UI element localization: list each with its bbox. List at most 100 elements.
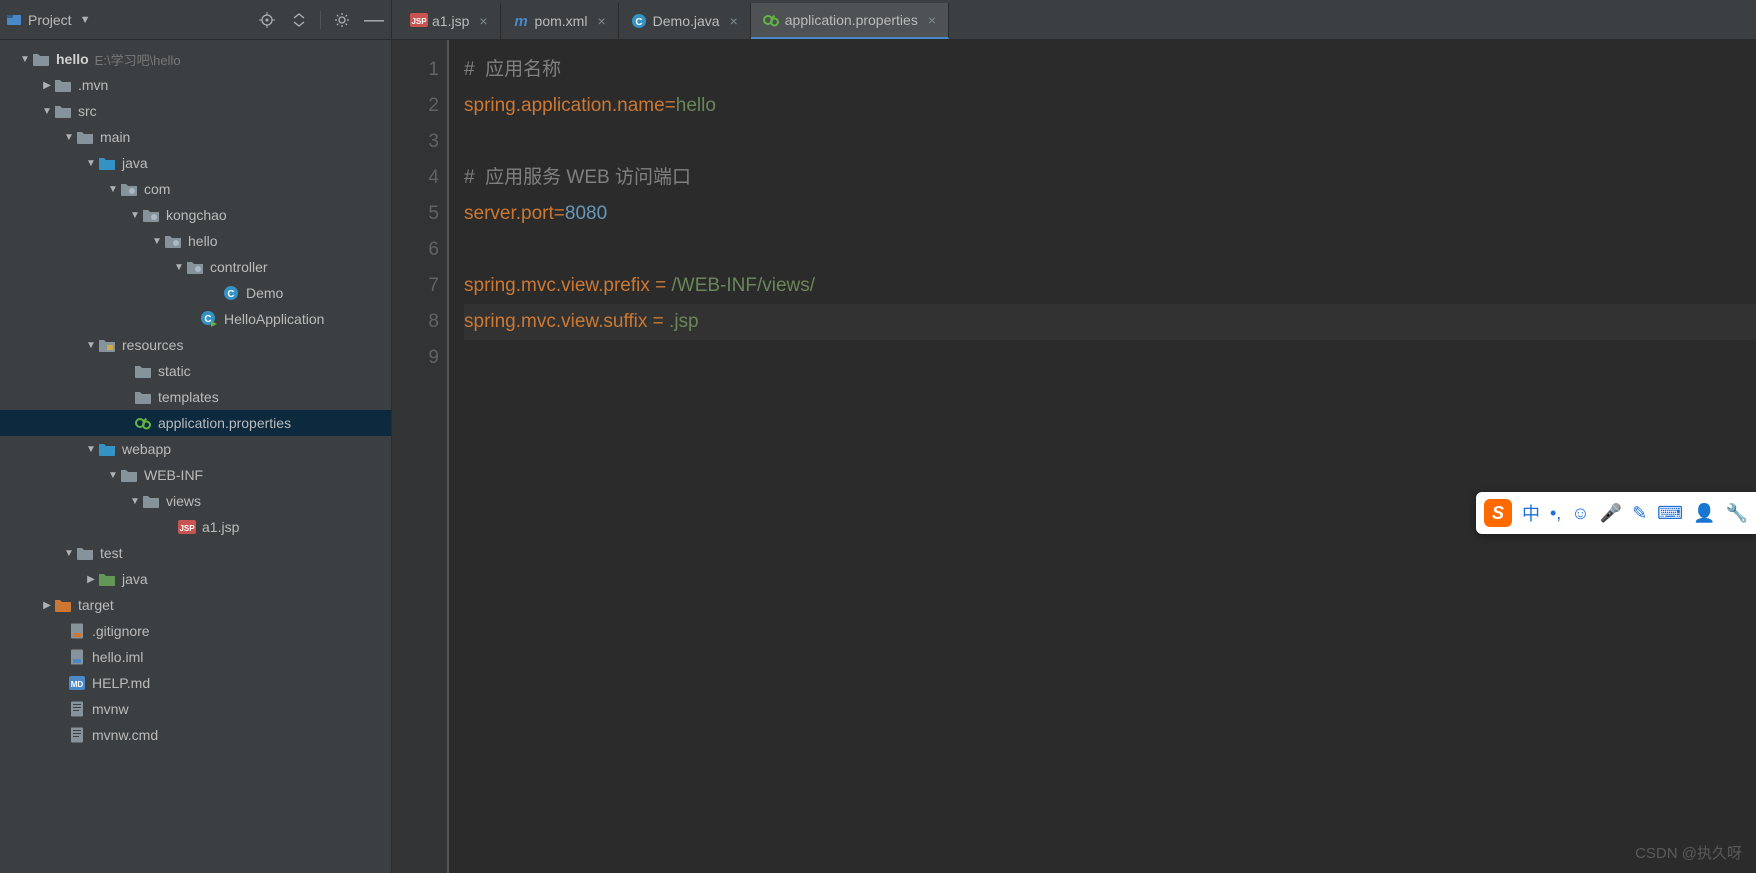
tree-arrow-icon[interactable]: ▼	[18, 54, 32, 65]
editor-tab[interactable]: CDemo.java×	[619, 3, 751, 39]
tree-arrow-icon[interactable]: ▼	[128, 496, 142, 507]
svg-text:C: C	[227, 289, 234, 300]
tree-row[interactable]: application.properties	[0, 410, 391, 436]
tree-row[interactable]: ▼resources	[0, 332, 391, 358]
svg-text:C: C	[635, 17, 642, 28]
folder-grey-icon	[134, 388, 152, 406]
sidebar-header: Project ▼ —	[0, 0, 391, 40]
code-comment: # 应用服务 WEB 访问端口	[464, 167, 691, 188]
tree-label: main	[100, 129, 130, 145]
gutter: 123456789	[392, 40, 450, 873]
tree-arrow-icon[interactable]: ▼	[62, 548, 76, 559]
tree-arrow-icon[interactable]: ▼	[84, 158, 98, 169]
tree-row[interactable]: ▼ main	[0, 124, 391, 150]
locate-icon[interactable]	[256, 9, 278, 31]
close-icon[interactable]: ×	[597, 13, 605, 29]
tree-row[interactable]: ▼controller	[0, 254, 391, 280]
tree-label: kongchao	[166, 207, 227, 223]
ime-punct-icon[interactable]: •,	[1550, 503, 1561, 524]
tree-row[interactable]: ▼hello	[0, 228, 391, 254]
tree-row[interactable]: ▼ kongchao	[0, 202, 391, 228]
ime-tool-icon[interactable]: 🔧	[1726, 503, 1748, 524]
ime-logo-icon[interactable]: S	[1484, 499, 1512, 527]
tree-row[interactable]: ▼ java	[0, 150, 391, 176]
tree-row[interactable]: hello.iml	[0, 644, 391, 670]
jsp-icon: JSP	[178, 518, 196, 536]
md-icon: MD	[68, 674, 86, 692]
folder-orange-icon	[54, 596, 72, 614]
class-icon: C	[222, 284, 240, 302]
tree-row[interactable]: ▶java	[0, 566, 391, 592]
tree-arrow-icon[interactable]: ▼	[40, 106, 54, 117]
expand-all-icon[interactable]	[288, 9, 310, 31]
folder-grey-icon	[76, 128, 94, 146]
tree-label: views	[166, 493, 201, 509]
tree-arrow-icon[interactable]: ▼	[128, 210, 142, 221]
tree-arrow-icon[interactable]: ▼	[84, 444, 98, 455]
line-number: 9	[392, 340, 439, 376]
close-icon[interactable]: ×	[730, 13, 738, 29]
tree-label: java	[122, 155, 148, 171]
tree-row[interactable]: MD HELP.md	[0, 670, 391, 696]
line-number: 7	[392, 268, 439, 304]
ime-emoji-icon[interactable]: ☺	[1571, 503, 1589, 524]
close-icon[interactable]: ×	[479, 13, 487, 29]
code-content[interactable]: # 应用名称 spring.application.name=hello # 应…	[450, 40, 1756, 873]
svg-text:JSP: JSP	[411, 17, 427, 26]
chevron-down-icon[interactable]: ▼	[80, 14, 91, 26]
minimize-icon[interactable]: —	[363, 9, 385, 31]
tree-row[interactable]: CDemo	[0, 280, 391, 306]
tree-row[interactable]: CHelloApplication	[0, 306, 391, 332]
tree-label: .mvn	[78, 77, 108, 93]
ime-keyboard-icon[interactable]: ⌨	[1657, 503, 1683, 524]
ime-edit-icon[interactable]: ✎	[1632, 503, 1647, 524]
project-title[interactable]: Project	[28, 12, 72, 28]
tree-row[interactable]: ▼webapp	[0, 436, 391, 462]
tree-arrow-icon[interactable]: ▶	[40, 600, 54, 611]
editor-tab[interactable]: application.properties×	[751, 3, 949, 39]
line-number: 3	[392, 124, 439, 160]
tree-arrow-icon[interactable]: ▼	[84, 340, 98, 351]
tree-arrow-icon[interactable]: ▶	[84, 574, 98, 585]
editor-tab[interactable]: JSPa1.jsp×	[398, 3, 501, 39]
tree-row[interactable]: .gitignore	[0, 618, 391, 644]
tree-arrow-icon[interactable]: ▼	[150, 236, 164, 247]
tree-arrow-icon[interactable]: ▼	[172, 262, 186, 273]
close-icon[interactable]: ×	[928, 12, 936, 28]
tree-row[interactable]: ▼helloE:\学习吧\hello	[0, 46, 391, 72]
project-tree[interactable]: ▼helloE:\学习吧\hello▶.mvn▼src▼main▼java▼co…	[0, 40, 391, 873]
folder-grey-icon	[76, 544, 94, 562]
tree-row[interactable]: ▼src	[0, 98, 391, 124]
ime-lang-icon[interactable]: 中	[1522, 500, 1540, 526]
code-divider	[447, 40, 449, 873]
tree-row[interactable]: ▶target	[0, 592, 391, 618]
ime-toolbar[interactable]: S 中 •, ☺ 🎤 ✎ ⌨ 👤 🔧	[1476, 492, 1756, 534]
tree-row[interactable]: mvnw	[0, 696, 391, 722]
code-key: server.port	[464, 203, 554, 224]
tree-arrow-icon[interactable]: ▼	[106, 184, 120, 195]
watermark: CSDN @执久呀	[1635, 842, 1742, 863]
tree-row[interactable]: ▶ .mvn	[0, 72, 391, 98]
tree-row[interactable]: ▼WEB-INF	[0, 462, 391, 488]
tree-arrow-icon[interactable]: ▼	[62, 132, 76, 143]
tree-row[interactable]: ▼ views	[0, 488, 391, 514]
tree-row[interactable]: JSPa1.jsp	[0, 514, 391, 540]
tree-row[interactable]: templates	[0, 384, 391, 410]
tree-arrow-icon[interactable]: ▼	[106, 470, 120, 481]
tree-row[interactable]: ▼com	[0, 176, 391, 202]
tree-row[interactable]: mvnw.cmd	[0, 722, 391, 748]
ime-user-icon[interactable]: 👤	[1693, 503, 1715, 524]
gear-icon[interactable]	[331, 9, 353, 31]
tree-label: HelloApplication	[224, 311, 324, 327]
code-key: spring.application.name	[464, 95, 665, 116]
file-icon	[68, 726, 86, 744]
tree-row[interactable]: ▼test	[0, 540, 391, 566]
folder-grey-icon	[134, 362, 152, 380]
editor-tab[interactable]: mpom.xml×	[501, 3, 619, 39]
tree-arrow-icon[interactable]: ▶	[40, 80, 54, 91]
tree-row[interactable]: static	[0, 358, 391, 384]
ime-mic-icon[interactable]: 🎤	[1600, 503, 1622, 524]
code-value: hello	[676, 95, 716, 116]
tree-path: E:\学习吧\hello	[95, 50, 181, 69]
tree-label: HELP.md	[92, 675, 150, 691]
